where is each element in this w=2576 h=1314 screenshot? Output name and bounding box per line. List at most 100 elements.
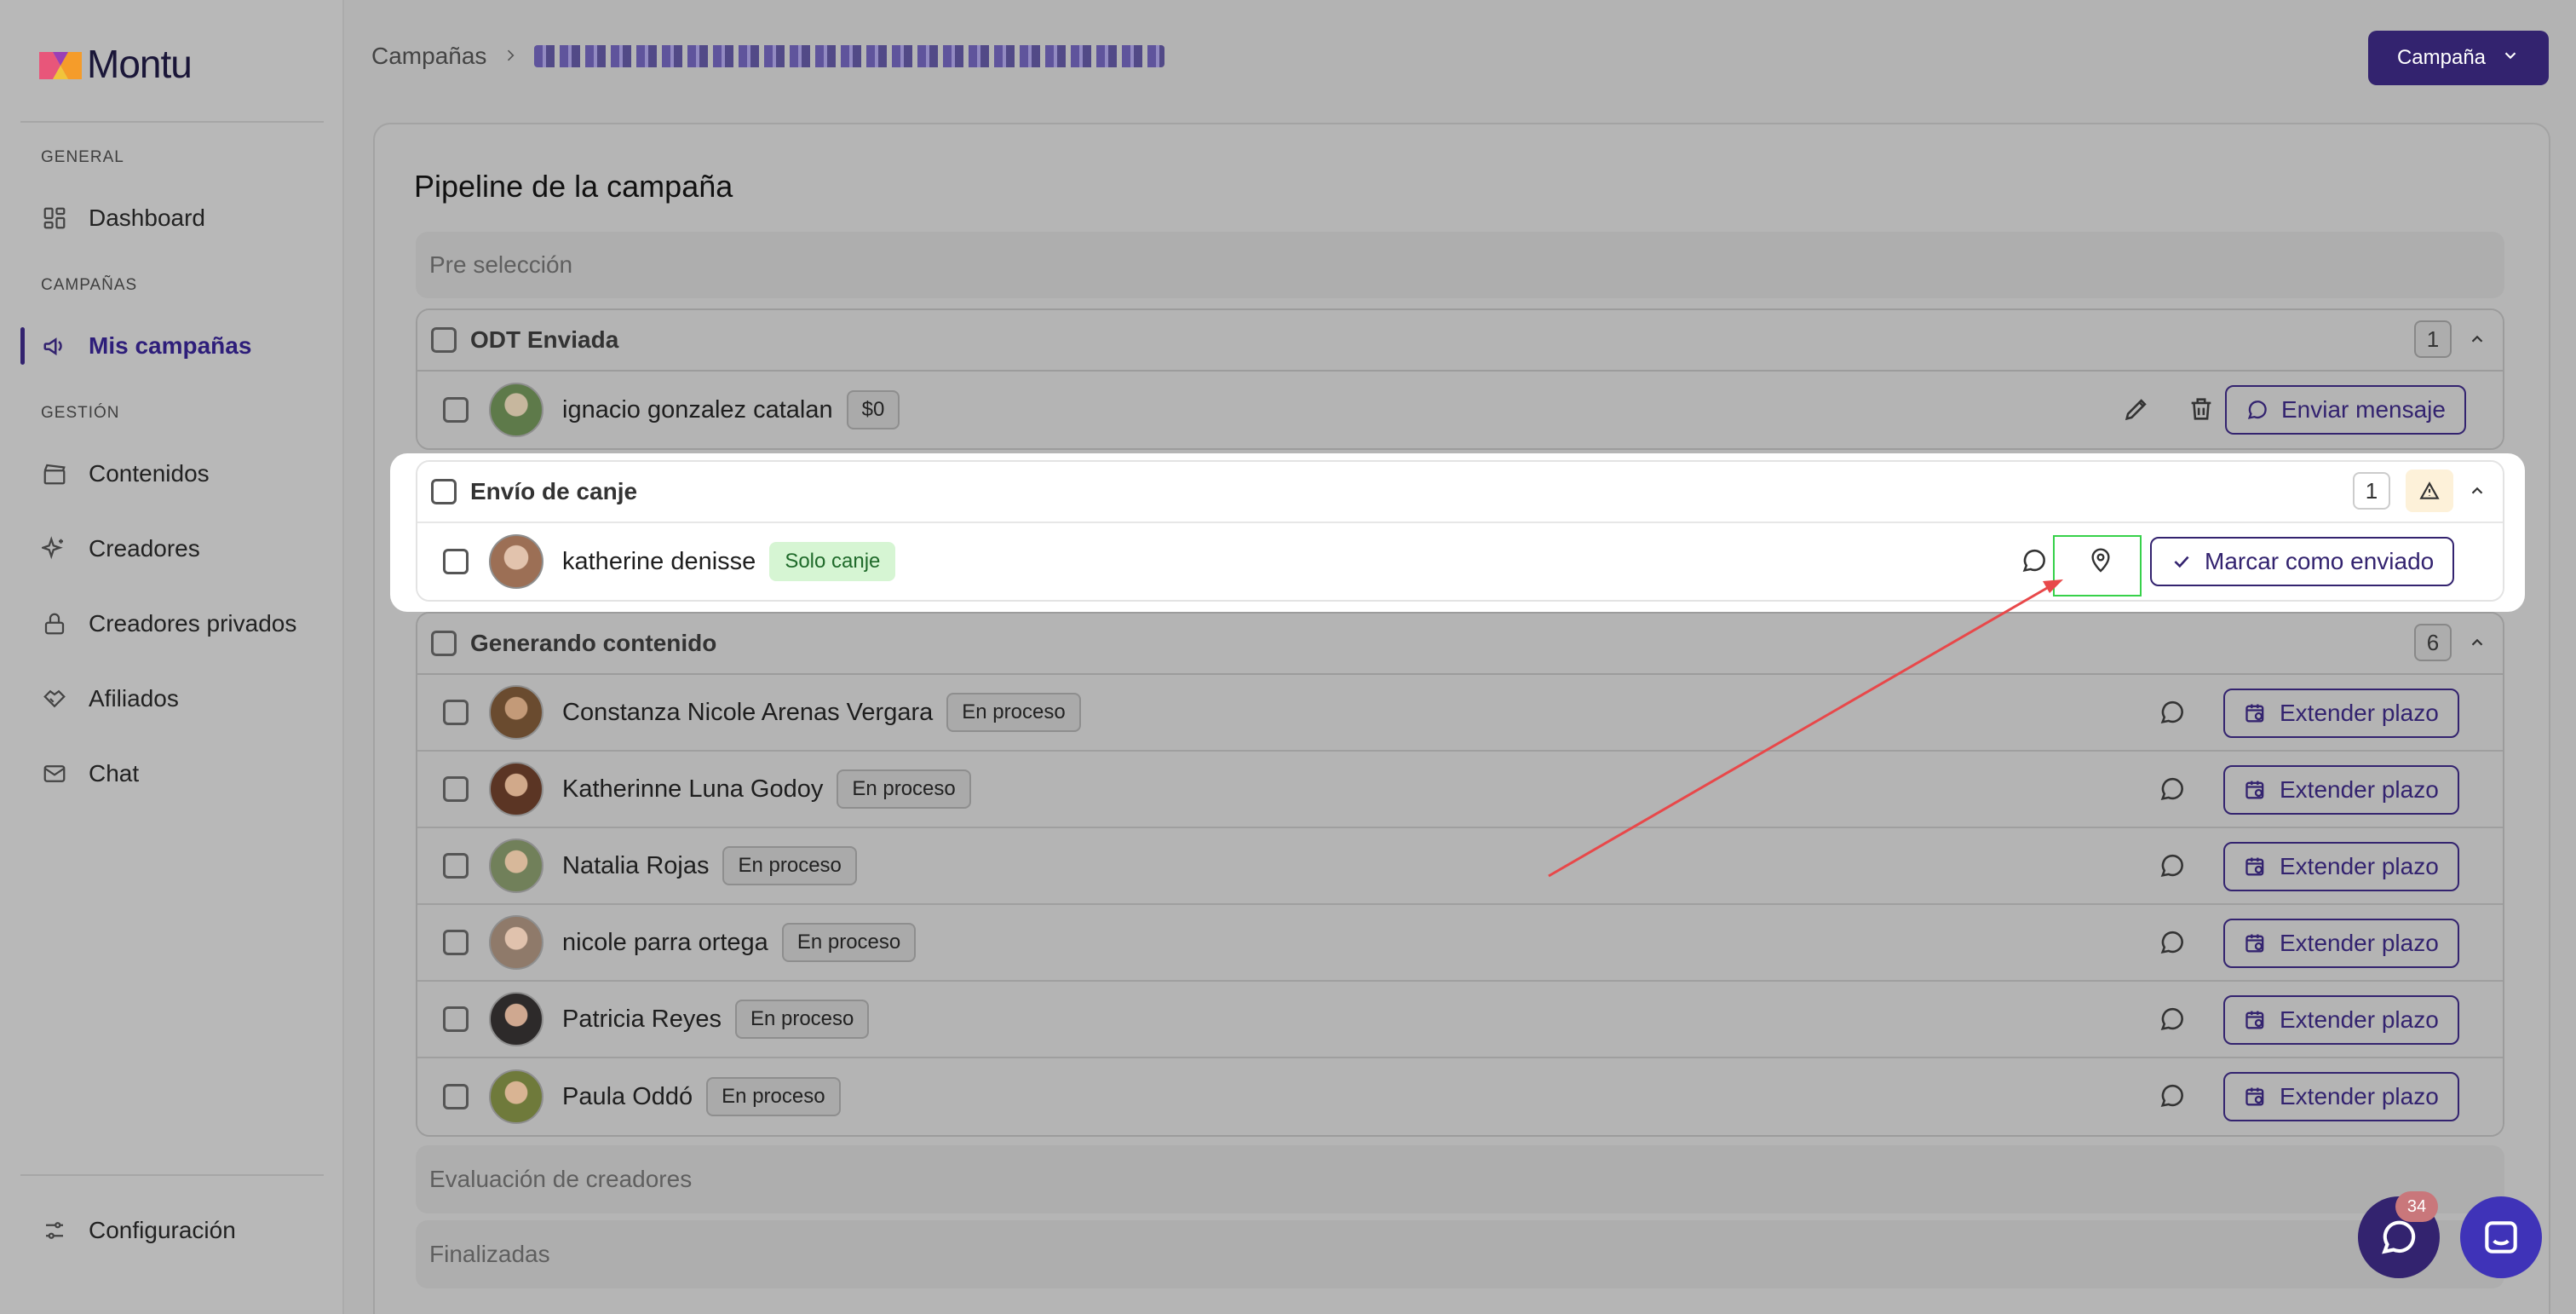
sidebar-item-creadores-privados[interactable]: Creadores privados	[20, 596, 324, 651]
sidebar-item-configuracion[interactable]: Configuración	[20, 1203, 324, 1258]
sidebar-item-dashboard[interactable]: Dashboard	[20, 191, 324, 245]
chat-bubble-icon[interactable]	[2157, 1004, 2188, 1034]
table-row: Paula Oddó En proceso Extender plazo	[417, 1058, 2503, 1135]
row-checkbox[interactable]	[443, 930, 469, 955]
chevron-up-icon[interactable]	[2465, 479, 2489, 503]
campaign-button-label: Campaña	[2396, 46, 2487, 69]
montu-logo-icon	[39, 52, 82, 79]
button-label: Extender plazo	[2280, 1006, 2439, 1033]
calendar-clock-icon	[2245, 704, 2264, 723]
chat-bubble-icon[interactable]	[2157, 850, 2188, 881]
extend-deadline-button[interactable]: Extender plazo	[2223, 919, 2459, 968]
megaphone-icon	[41, 332, 68, 360]
row-checkbox[interactable]	[443, 549, 469, 574]
trash-icon[interactable]	[2186, 394, 2217, 424]
stage-finalizadas[interactable]: Finalizadas	[416, 1220, 2504, 1288]
sidebar-item-label: Chat	[89, 760, 140, 787]
row-checkbox[interactable]	[443, 1084, 469, 1109]
unread-count-badge: 34	[2395, 1191, 2438, 1222]
status-badge: En proceso	[734, 1000, 870, 1039]
amount-badge: $0	[846, 390, 900, 429]
extend-deadline-button[interactable]: Extender plazo	[2223, 765, 2459, 815]
button-label: Enviar mensaje	[2281, 396, 2446, 423]
sidebar-item-mis-campanas[interactable]: Mis campañas	[20, 319, 324, 373]
group-checkbox[interactable]	[431, 479, 457, 504]
count-badge: 1	[2414, 320, 2452, 358]
divider	[20, 121, 324, 123]
section-label-general: GENERAL	[41, 148, 124, 166]
creator-name: Paula Oddó	[562, 1082, 693, 1110]
sidebar-item-creadores[interactable]: Creadores	[20, 522, 324, 576]
group-odt-enviada: ODT Enviada 1 ignacio gonzalez catalan $…	[416, 308, 2504, 450]
annotation-highlight-box	[2053, 535, 2142, 596]
row-checkbox[interactable]	[443, 700, 469, 725]
table-row: Natalia Rojas En proceso Extender plazo	[417, 828, 2503, 905]
button-label: Extender plazo	[2280, 776, 2439, 803]
avatar	[489, 1069, 543, 1124]
grid-icon	[41, 205, 68, 232]
mark-as-sent-button[interactable]: Marcar como enviado	[2150, 537, 2455, 586]
sidebar-item-contenidos[interactable]: Contenidos	[20, 447, 324, 501]
messenger-icon	[2485, 1221, 2517, 1253]
support-widget-button[interactable]	[2460, 1196, 2542, 1278]
group-header[interactable]: ODT Enviada 1	[417, 310, 2503, 372]
button-label: Extender plazo	[2280, 700, 2439, 726]
warning-icon	[2406, 470, 2453, 512]
chevron-right-icon	[502, 43, 519, 70]
pencil-icon[interactable]	[2121, 394, 2152, 424]
section-label-campanas: CAMPAÑAS	[41, 276, 138, 294]
clapperboard-icon	[41, 460, 68, 487]
breadcrumb-campanas[interactable]: Campañas	[371, 43, 486, 70]
status-badge: En proceso	[706, 1077, 841, 1116]
extend-deadline-button[interactable]: Extender plazo	[2223, 995, 2459, 1045]
group-checkbox[interactable]	[431, 327, 457, 353]
chevron-up-icon[interactable]	[2465, 631, 2489, 654]
extend-deadline-button[interactable]: Extender plazo	[2223, 1072, 2459, 1121]
calendar-clock-icon	[2245, 781, 2264, 799]
brand-logo[interactable]: Montu	[39, 41, 193, 87]
avatar	[489, 762, 543, 816]
status-badge: En proceso	[781, 923, 917, 962]
row-checkbox[interactable]	[443, 776, 469, 802]
sidebar-item-label: Afiliados	[89, 685, 179, 712]
calendar-clock-icon	[2245, 934, 2264, 953]
status-badge: En proceso	[946, 693, 1081, 732]
campaign-dropdown-button[interactable]: Campaña	[2368, 31, 2549, 85]
stage-evaluacion-de-creadores[interactable]: Evaluación de creadores	[416, 1145, 2504, 1213]
row-checkbox[interactable]	[443, 397, 469, 423]
sidebar-item-afiliados[interactable]: Afiliados	[20, 671, 324, 726]
message-icon	[2247, 401, 2267, 419]
row-checkbox[interactable]	[443, 853, 469, 879]
chat-bubble-icon[interactable]	[2157, 697, 2188, 728]
sidebar-item-chat[interactable]: Chat	[20, 746, 324, 801]
avatar	[489, 383, 543, 437]
chat-bubble-icon[interactable]	[2019, 545, 2050, 576]
group-header[interactable]: Envío de canje 1	[417, 462, 2503, 523]
chevron-down-icon	[2501, 46, 2520, 71]
chevron-up-icon[interactable]	[2465, 327, 2489, 351]
chat-bubble-icon[interactable]	[2157, 1081, 2188, 1111]
extend-deadline-button[interactable]: Extender plazo	[2223, 842, 2459, 891]
group-checkbox[interactable]	[431, 631, 457, 656]
mail-icon	[41, 760, 68, 787]
table-row: Katherinne Luna Godoy En proceso Extende…	[417, 752, 2503, 828]
button-label: Extender plazo	[2280, 853, 2439, 879]
extend-deadline-button[interactable]: Extender plazo	[2223, 689, 2459, 738]
group-title: ODT Enviada	[470, 326, 619, 353]
creator-name: Natalia Rojas	[562, 851, 710, 879]
chat-bubble-icon[interactable]	[2157, 927, 2188, 958]
row-checkbox[interactable]	[443, 1006, 469, 1032]
group-envio-de-canje: Envío de canje 1 katherine denisse Solo …	[416, 460, 2504, 602]
check-icon	[2174, 556, 2189, 568]
handshake-icon	[41, 685, 68, 712]
sliders-icon	[41, 1217, 68, 1244]
stage-pre-seleccion[interactable]: Pre selección	[416, 232, 2504, 298]
sidebar-item-label: Contenidos	[89, 460, 210, 487]
avatar	[489, 534, 543, 589]
stage-label: Pre selección	[429, 251, 573, 278]
send-message-button[interactable]: Enviar mensaje	[2225, 385, 2466, 435]
group-header[interactable]: Generando contenido 6	[417, 614, 2503, 675]
chat-bubble-icon[interactable]	[2157, 774, 2188, 804]
table-row: ignacio gonzalez catalan $0 Enviar mensa…	[417, 372, 2503, 448]
creator-name: nicole parra ortega	[562, 928, 768, 956]
